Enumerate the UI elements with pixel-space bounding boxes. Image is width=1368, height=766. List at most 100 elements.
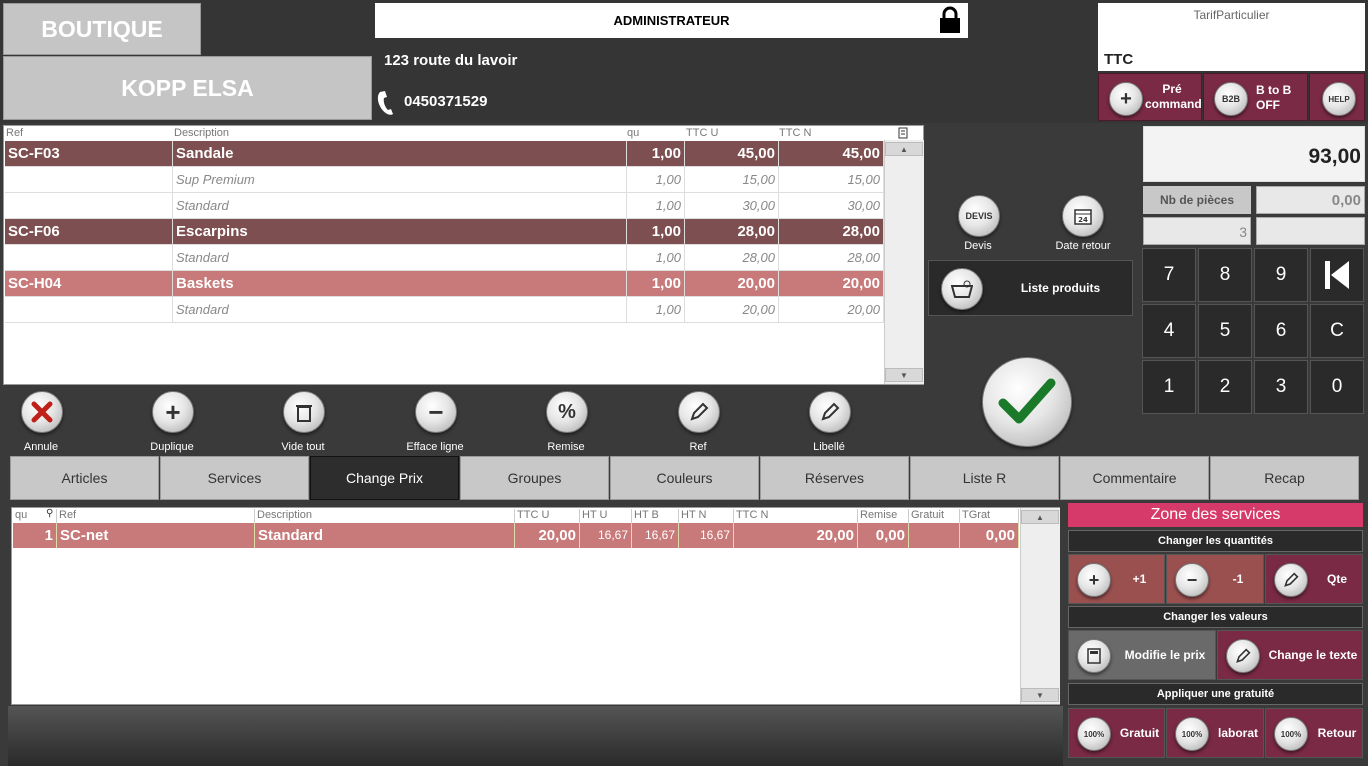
key-6[interactable]: 6 bbox=[1254, 304, 1308, 358]
key-3[interactable]: 3 bbox=[1254, 360, 1308, 414]
table-row[interactable]: SC-F06 Escarpins 1,00 28,00 28,00 bbox=[5, 219, 884, 245]
gratuit-label: Gratuit bbox=[1119, 726, 1160, 740]
key-c[interactable]: C bbox=[1310, 304, 1364, 358]
secondary-input[interactable] bbox=[1256, 217, 1365, 245]
key-7[interactable]: 7 bbox=[1142, 248, 1196, 302]
key-5[interactable]: 5 bbox=[1198, 304, 1252, 358]
scroll-up-icon[interactable]: ▲ bbox=[885, 142, 923, 156]
tab-liste-r[interactable]: Liste R bbox=[910, 456, 1059, 500]
user-field[interactable]: ADMINISTRATEUR bbox=[375, 3, 968, 38]
phone-icon bbox=[377, 91, 393, 115]
key-8[interactable]: 8 bbox=[1198, 248, 1252, 302]
plus-one-button[interactable]: + +1 bbox=[1068, 554, 1165, 604]
cell-ttc-u: 45,00 bbox=[685, 141, 779, 166]
cell-ref bbox=[5, 297, 173, 322]
table-row[interactable]: SC-F03 Sandale 1,00 45,00 45,00 bbox=[5, 141, 884, 167]
btob-button[interactable]: B2B B to B OFF bbox=[1203, 73, 1308, 121]
col-ref[interactable]: Ref bbox=[57, 509, 255, 523]
cell-ref: SC-H04 bbox=[5, 271, 173, 296]
col-ttc-n[interactable]: TTC N bbox=[779, 127, 811, 139]
tab-commentaire[interactable]: Commentaire bbox=[1060, 456, 1209, 500]
remise-button[interactable]: % Remise bbox=[526, 388, 606, 454]
minus-icon: − bbox=[415, 391, 457, 433]
tab-r-serves[interactable]: Réserves bbox=[760, 456, 909, 500]
search-key-icon[interactable]: ⚲ bbox=[46, 508, 53, 519]
laborat-button[interactable]: 100% laborat bbox=[1166, 708, 1264, 758]
scroll-up-icon[interactable]: ▲ bbox=[1021, 510, 1059, 524]
col-description[interactable]: Description bbox=[174, 127, 229, 139]
calendar-icon[interactable]: 24 bbox=[1062, 195, 1104, 237]
tab-recap[interactable]: Recap bbox=[1210, 456, 1359, 500]
cell-ttc-n: 20,00 bbox=[779, 297, 884, 322]
cell-description: Standard bbox=[173, 297, 627, 322]
tab-couleurs[interactable]: Couleurs bbox=[610, 456, 759, 500]
tarif-panel[interactable]: TarifParticulier TTC bbox=[1098, 3, 1365, 71]
help-button[interactable]: HELP bbox=[1309, 73, 1365, 121]
col-ht-n[interactable]: HT N bbox=[679, 509, 734, 523]
cell-ttc-n: 15,00 bbox=[779, 167, 884, 192]
efface-ligne-button[interactable]: − Efface ligne bbox=[395, 388, 475, 454]
col-ttc-n[interactable]: TTC N bbox=[734, 509, 858, 523]
cell-qty: 1,00 bbox=[627, 245, 685, 270]
services-scrollbar[interactable]: ▲ ▼ bbox=[1020, 508, 1060, 704]
key-1[interactable]: 1 bbox=[1142, 360, 1196, 414]
change-texte-button[interactable]: Change le texte bbox=[1217, 630, 1363, 680]
date-retour-label: Date retour bbox=[1055, 240, 1111, 252]
tab-change-prix[interactable]: Change Prix bbox=[310, 456, 459, 500]
annule-button[interactable]: Annule bbox=[1, 388, 81, 454]
col-ttc-u[interactable]: TTC U bbox=[515, 509, 580, 523]
modifie-prix-button[interactable]: Modifie le prix bbox=[1068, 630, 1216, 680]
libelle-button[interactable]: Libellé bbox=[789, 388, 869, 454]
cart-scrollbar[interactable]: ▲ ▼ bbox=[884, 140, 924, 384]
table-row[interactable]: 1 SC-net Standard 20,00 16,67 16,67 16,6… bbox=[13, 523, 1019, 548]
precommande-button[interactable]: + Pré commande bbox=[1098, 73, 1202, 121]
column-settings-icon[interactable] bbox=[897, 127, 909, 139]
col-gratuit[interactable]: Gratuit bbox=[909, 509, 960, 523]
key-2[interactable]: 2 bbox=[1198, 360, 1252, 414]
col-qty[interactable]: qu bbox=[627, 127, 639, 139]
col-remise[interactable]: Remise bbox=[858, 509, 909, 523]
section-appliquer-gratuite: Appliquer une gratuité bbox=[1068, 683, 1363, 705]
quantity-input[interactable]: 3 bbox=[1143, 217, 1251, 245]
liste-produits-button[interactable]: Liste produits bbox=[928, 260, 1133, 316]
percent-100-icon: 100% bbox=[1274, 717, 1308, 751]
client-address: 123 route du lavoir bbox=[384, 52, 518, 69]
col-ht-u[interactable]: HT U bbox=[580, 509, 632, 523]
liste-produits-label: Liste produits bbox=[1020, 281, 1101, 295]
minus-one-button[interactable]: − -1 bbox=[1166, 554, 1264, 604]
lock-icon[interactable] bbox=[938, 6, 962, 34]
table-row[interactable]: Standard 1,00 28,00 28,00 bbox=[5, 245, 884, 271]
client-button[interactable]: KOPP ELSA bbox=[3, 56, 372, 120]
table-row[interactable]: Sup Premium 1,00 15,00 15,00 bbox=[5, 167, 884, 193]
gratuit-button[interactable]: 100% Gratuit bbox=[1068, 708, 1165, 758]
validate-button[interactable] bbox=[982, 357, 1072, 447]
table-row[interactable]: Standard 1,00 20,00 20,00 bbox=[5, 297, 884, 323]
vide-tout-button[interactable]: Vide tout bbox=[263, 388, 343, 454]
col-ht-b[interactable]: HT B bbox=[632, 509, 679, 523]
key-9[interactable]: 9 bbox=[1254, 248, 1308, 302]
cell-ttc-n: 30,00 bbox=[779, 193, 884, 218]
tab-services[interactable]: Services bbox=[160, 456, 309, 500]
col-ref[interactable]: Ref bbox=[6, 127, 23, 139]
key-0[interactable]: 0 bbox=[1310, 360, 1364, 414]
col-ttc-u[interactable]: TTC U bbox=[686, 127, 718, 139]
col-tgrat[interactable]: TGrat bbox=[960, 509, 1019, 523]
table-row[interactable]: Standard 1,00 30,00 30,00 bbox=[5, 193, 884, 219]
tab-groupes[interactable]: Groupes bbox=[460, 456, 609, 500]
boutique-button[interactable]: BOUTIQUE bbox=[3, 3, 201, 55]
ref-button[interactable]: Ref bbox=[658, 388, 738, 454]
ref-label: Ref bbox=[689, 441, 707, 453]
tab-articles[interactable]: Articles bbox=[10, 456, 159, 500]
scroll-down-icon[interactable]: ▼ bbox=[885, 368, 923, 382]
key-backspace[interactable] bbox=[1310, 248, 1364, 302]
table-row[interactable]: SC-H04 Baskets 1,00 20,00 20,00 bbox=[5, 271, 884, 297]
scroll-down-icon[interactable]: ▼ bbox=[1021, 688, 1059, 702]
retour-button[interactable]: 100% Retour bbox=[1265, 708, 1363, 758]
cell-ref bbox=[5, 245, 173, 270]
cell-remise: 0,00 bbox=[858, 523, 909, 548]
qte-button[interactable]: Qte bbox=[1265, 554, 1363, 604]
devis-icon[interactable]: DEVIS bbox=[958, 195, 1000, 237]
col-description[interactable]: Description bbox=[255, 509, 515, 523]
duplique-button[interactable]: + Duplique bbox=[132, 388, 212, 454]
key-4[interactable]: 4 bbox=[1142, 304, 1196, 358]
